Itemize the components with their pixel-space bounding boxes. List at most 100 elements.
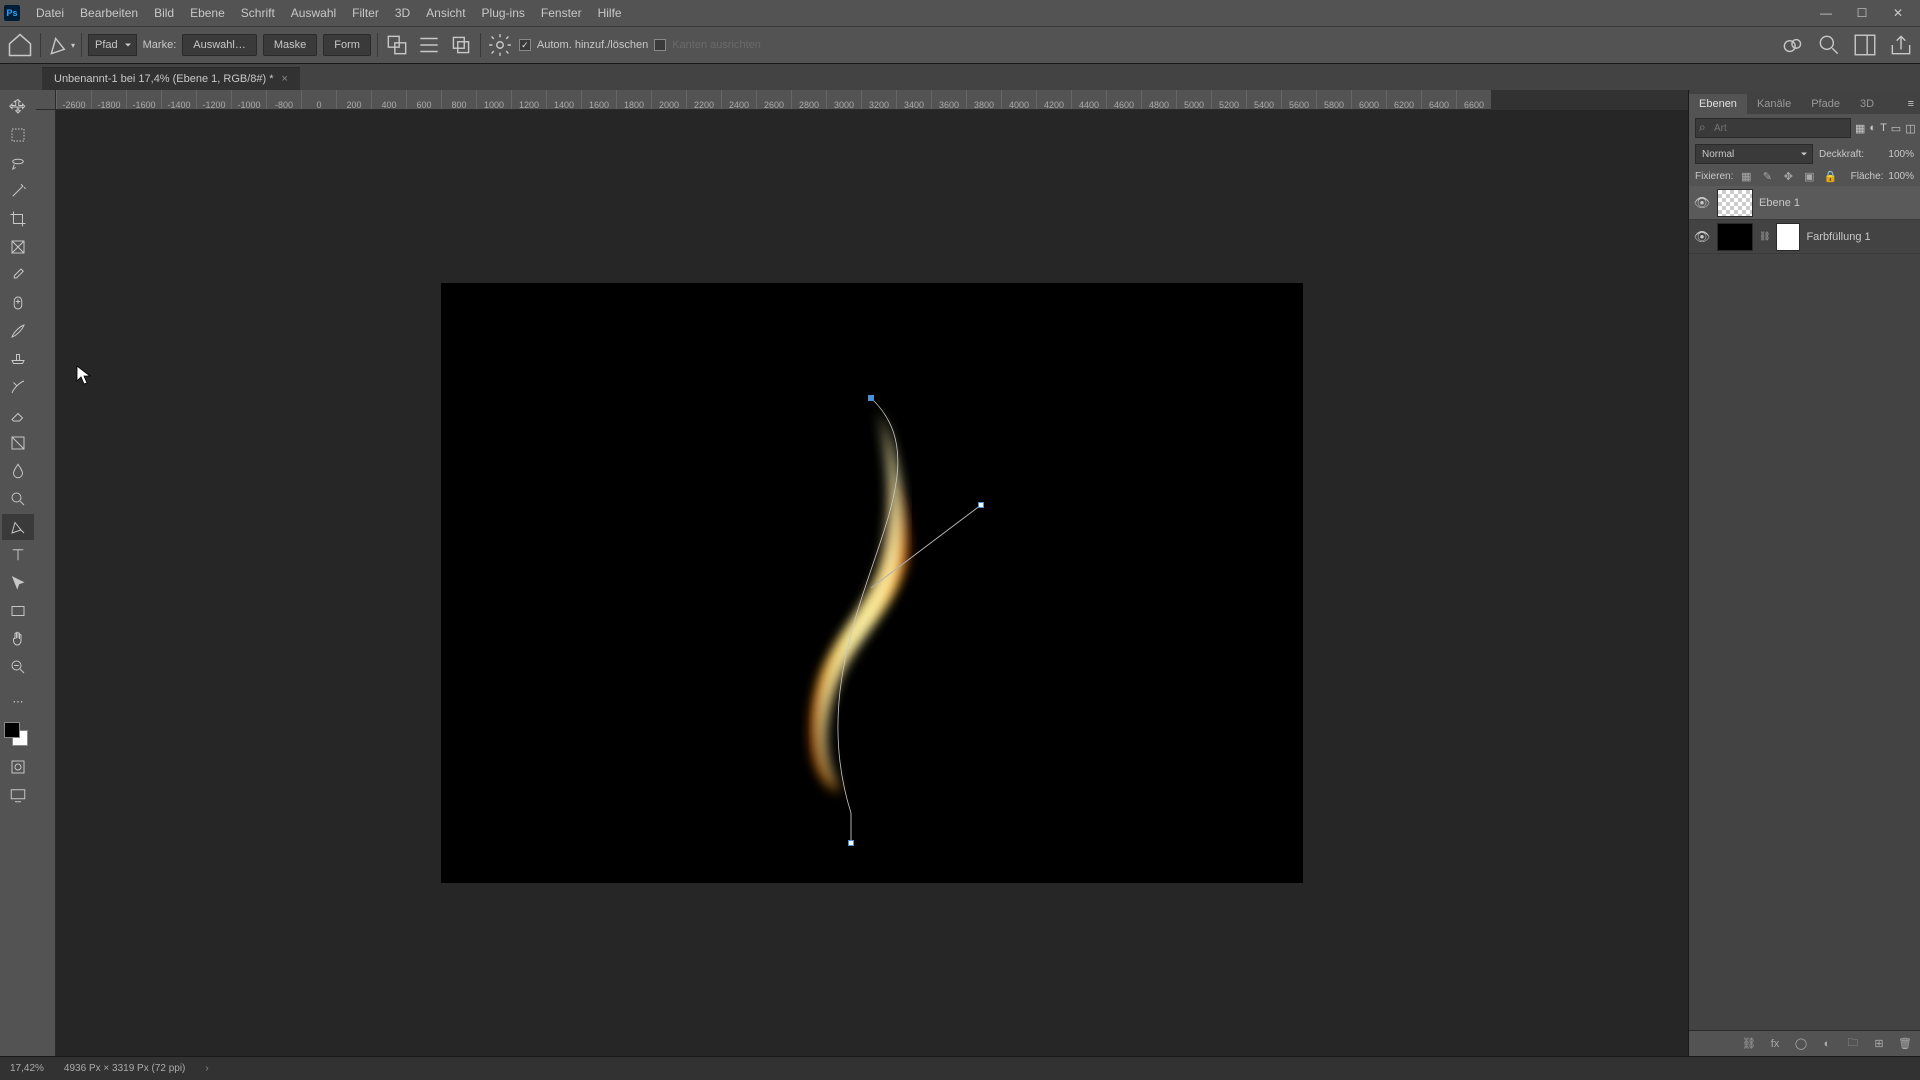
tab-channels[interactable]: Kanäle [1747, 94, 1801, 114]
mask-thumbnail[interactable] [1776, 223, 1800, 251]
path-selection-tool[interactable] [2, 570, 34, 596]
healing-brush-tool[interactable] [2, 290, 34, 316]
gradient-tool[interactable] [2, 430, 34, 456]
quick-mask-button[interactable] [2, 754, 34, 780]
blur-tool[interactable] [2, 458, 34, 484]
eyedropper-tool[interactable] [2, 262, 34, 288]
move-tool[interactable] [2, 94, 34, 120]
status-arrow-icon[interactable]: › [205, 1063, 208, 1074]
new-group-button[interactable]: 🗀 [1844, 1035, 1862, 1053]
visibility-toggle[interactable]: 👁 [1693, 195, 1711, 211]
menu-window[interactable]: Fenster [533, 6, 590, 20]
panel-menu-button[interactable]: ≡ [1902, 94, 1920, 114]
window-close-button[interactable]: ✕ [1880, 3, 1916, 23]
path-arrangement-button[interactable] [448, 32, 474, 58]
lock-position-icon[interactable]: ✥ [1780, 168, 1796, 184]
path-handle-point[interactable] [978, 502, 984, 508]
crop-tool[interactable] [2, 206, 34, 232]
layer-name[interactable]: Farbfüllung 1 [1806, 231, 1870, 243]
eraser-tool[interactable] [2, 402, 34, 428]
window-maximize-button[interactable]: ☐ [1844, 3, 1880, 23]
frame-tool[interactable] [2, 234, 34, 260]
lasso-tool[interactable] [2, 150, 34, 176]
marquee-tool[interactable] [2, 122, 34, 148]
layer-search-input[interactable] [1695, 118, 1851, 138]
lock-artboard-icon[interactable]: ▣ [1801, 168, 1817, 184]
tab-layers[interactable]: Ebenen [1689, 94, 1747, 114]
document-canvas[interactable] [441, 283, 1303, 883]
zoom-tool[interactable] [2, 654, 34, 680]
filter-smart-icon[interactable]: ◫ [1905, 119, 1915, 137]
visibility-toggle[interactable]: 👁 [1693, 229, 1711, 245]
document-tab[interactable]: Unbenannt-1 bei 17,4% (Ebene 1, RGB/8#) … [42, 67, 300, 90]
magic-wand-tool[interactable] [2, 178, 34, 204]
path-alignment-button[interactable] [416, 32, 442, 58]
type-tool[interactable] [2, 542, 34, 568]
share-button[interactable] [1888, 32, 1914, 58]
new-adjustment-button[interactable]: ◐ [1818, 1035, 1836, 1053]
layer-thumbnail[interactable] [1717, 223, 1753, 251]
path-anchor-point[interactable] [848, 840, 854, 846]
filter-shapes-icon[interactable]: ▭ [1891, 119, 1901, 137]
layer-thumbnail[interactable] [1717, 189, 1753, 217]
delete-layer-button[interactable]: 🗑 [1896, 1035, 1914, 1053]
lock-transparency-icon[interactable]: ▦ [1738, 168, 1754, 184]
tab-3d[interactable]: 3D [1850, 94, 1884, 114]
make-shape-button[interactable]: Form [323, 34, 371, 56]
link-layers-button[interactable]: ⛓ [1740, 1035, 1758, 1053]
hand-tool[interactable] [2, 626, 34, 652]
blend-mode-dropdown[interactable]: Normal [1695, 144, 1813, 164]
add-mask-button[interactable]: ◯ [1792, 1035, 1810, 1053]
screen-mode-button[interactable] [2, 782, 34, 808]
ruler-origin[interactable] [36, 90, 56, 110]
document-tab-close-button[interactable]: × [282, 73, 288, 85]
menu-file[interactable]: Datei [28, 6, 72, 20]
layer-row[interactable]: 👁 ⛓ Farbfüllung 1 [1689, 220, 1920, 254]
menu-help[interactable]: Hilfe [590, 6, 630, 20]
menu-select[interactable]: Auswahl [283, 6, 344, 20]
lock-all-icon[interactable]: 🔒 [1822, 168, 1838, 184]
ruler-horizontal[interactable]: -2600-1800-1600-1400-1200-1000-800020040… [56, 90, 1491, 110]
new-layer-button[interactable]: ⊞ [1870, 1035, 1888, 1053]
dodge-tool[interactable] [2, 486, 34, 512]
clone-stamp-tool[interactable] [2, 346, 34, 372]
menu-filter[interactable]: Filter [344, 6, 387, 20]
menu-view[interactable]: Ansicht [418, 6, 473, 20]
auto-add-delete-checkbox[interactable] [519, 39, 531, 51]
make-selection-button[interactable]: Auswahl… [182, 34, 257, 56]
tab-paths[interactable]: Pfade [1801, 94, 1850, 114]
zoom-level[interactable]: 17,42% [10, 1063, 44, 1074]
menu-plugins[interactable]: Plug-ins [474, 6, 533, 20]
align-edges-checkbox[interactable] [654, 39, 666, 51]
edit-toolbar-button[interactable]: ⋯ [2, 688, 34, 714]
make-mask-button[interactable]: Maske [263, 34, 317, 56]
menu-type[interactable]: Schrift [233, 6, 283, 20]
window-minimize-button[interactable]: — [1808, 3, 1844, 23]
home-button[interactable] [6, 31, 34, 59]
ruler-vertical[interactable] [36, 110, 56, 1056]
search-icon[interactable] [1816, 32, 1842, 58]
layer-fx-button[interactable]: fx [1766, 1035, 1784, 1053]
layer-row[interactable]: 👁 Ebene 1 [1689, 186, 1920, 220]
opacity-value[interactable]: 100% [1870, 149, 1914, 160]
menu-layer[interactable]: Ebene [182, 6, 233, 20]
menu-image[interactable]: Bild [146, 6, 182, 20]
active-tool-icon[interactable]: ▾ [47, 31, 75, 59]
color-swatches[interactable] [4, 722, 28, 746]
foreground-color[interactable] [4, 722, 20, 738]
layer-name[interactable]: Ebene 1 [1759, 197, 1800, 209]
lock-pixels-icon[interactable]: ✎ [1759, 168, 1775, 184]
gear-icon[interactable] [487, 32, 513, 58]
path-mode-dropdown[interactable]: Pfad [88, 34, 137, 56]
cloud-docs-icon[interactable] [1780, 32, 1806, 58]
filter-pixels-icon[interactable]: ▦ [1855, 119, 1865, 137]
pen-tool[interactable] [2, 514, 34, 540]
fill-value[interactable]: 100% [1888, 171, 1914, 182]
canvas-area[interactable] [56, 110, 1688, 1056]
workspace-switcher-icon[interactable] [1852, 32, 1878, 58]
menu-edit[interactable]: Bearbeiten [72, 6, 146, 20]
rectangle-tool[interactable] [2, 598, 34, 624]
filter-type-icon[interactable]: T [1880, 119, 1887, 137]
path-operations-button[interactable] [384, 32, 410, 58]
document-dimensions[interactable]: 4936 Px × 3319 Px (72 ppi) [64, 1063, 185, 1074]
